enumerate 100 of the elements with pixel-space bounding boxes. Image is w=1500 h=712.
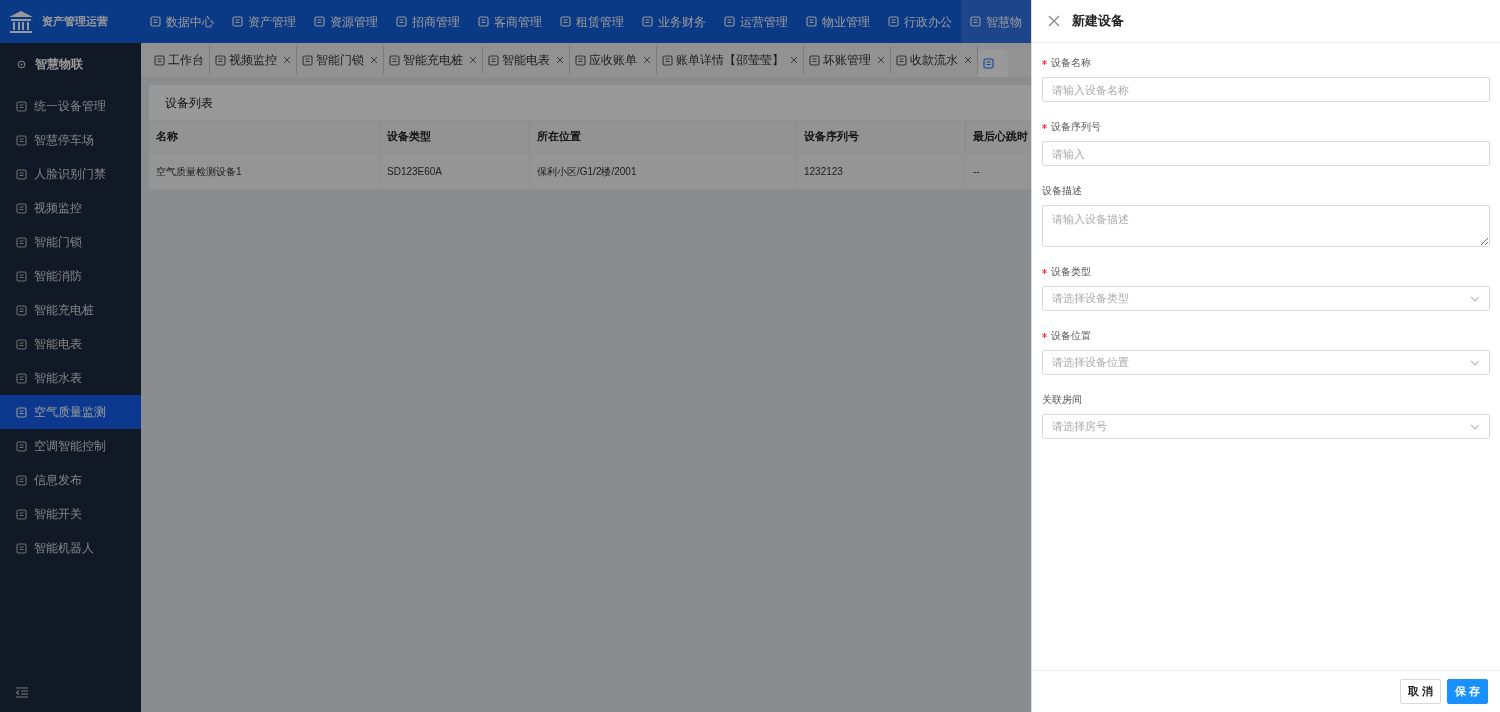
tab[interactable]: 账单详情【邵莹莹】 bbox=[657, 46, 804, 74]
sidebar-item[interactable]: 智能消防 bbox=[0, 259, 141, 293]
field-label: 设备位置 bbox=[1051, 328, 1091, 343]
module-icon bbox=[642, 16, 653, 27]
module-icon bbox=[809, 54, 820, 66]
tab[interactable]: 智能充电桩 bbox=[384, 46, 483, 74]
nav-item[interactable]: 租赁管理 bbox=[551, 0, 633, 43]
tab[interactable]: 应收账单 bbox=[570, 46, 657, 74]
module-icon bbox=[806, 16, 817, 27]
module-icon bbox=[16, 440, 27, 452]
tab[interactable]: 智能电表 bbox=[483, 46, 570, 74]
input-field[interactable]: 请输入 bbox=[1042, 141, 1490, 166]
sidebar-item[interactable]: 智能门锁 bbox=[0, 225, 141, 259]
nav-item[interactable]: 运营管理 bbox=[715, 0, 797, 43]
close-icon[interactable] bbox=[643, 56, 651, 64]
sidebar-item[interactable]: 视频监控 bbox=[0, 191, 141, 225]
nav-item[interactable]: 物业管理 bbox=[797, 0, 879, 43]
module-icon bbox=[302, 54, 313, 66]
module-icon bbox=[662, 54, 673, 66]
table-cell: 1232123 bbox=[797, 153, 966, 189]
sidebar-item[interactable]: 智能开关 bbox=[0, 497, 141, 531]
module-icon bbox=[150, 16, 161, 27]
collapse-menu-icon[interactable] bbox=[16, 686, 28, 698]
table-cell: 空气质量检测设备1 bbox=[149, 153, 380, 189]
nav-item[interactable]: 业务财务 bbox=[633, 0, 715, 43]
nav-item[interactable]: 行政办公 bbox=[879, 0, 961, 43]
close-icon[interactable] bbox=[469, 56, 477, 64]
module-icon bbox=[314, 16, 325, 27]
cancel-button[interactable]: 取 消 bbox=[1399, 679, 1441, 704]
sidebar-item[interactable]: 人脸识别门禁 bbox=[0, 157, 141, 191]
module-icon bbox=[215, 54, 226, 66]
sidebar-item[interactable]: 智能机器人 bbox=[0, 531, 141, 565]
nav-item[interactable]: 客商管理 bbox=[469, 0, 551, 43]
chevron-down-icon bbox=[1470, 423, 1480, 430]
textarea-field[interactable]: 请输入设备描述 bbox=[1042, 205, 1490, 247]
field-label: 设备名称 bbox=[1051, 55, 1091, 70]
close-icon[interactable] bbox=[877, 56, 885, 64]
column-header: 名称 bbox=[149, 121, 380, 152]
module-icon bbox=[16, 100, 27, 112]
sidebar-item[interactable]: 智能充电桩 bbox=[0, 293, 141, 327]
nav-item[interactable]: 招商管理 bbox=[387, 0, 469, 43]
module-icon bbox=[983, 57, 994, 69]
tab[interactable]: 工作台 bbox=[149, 46, 210, 74]
chevron-down-icon bbox=[1470, 359, 1480, 366]
module-icon bbox=[16, 542, 27, 554]
module-icon bbox=[575, 54, 586, 66]
module-icon bbox=[396, 16, 407, 27]
input-field[interactable]: 请输入设备名称 bbox=[1042, 77, 1490, 102]
save-button[interactable]: 保 存 bbox=[1446, 679, 1488, 704]
module-icon bbox=[16, 270, 27, 282]
module-icon bbox=[16, 406, 27, 418]
table-cell: SD123E60A bbox=[380, 153, 530, 189]
field-label: 设备序列号 bbox=[1051, 119, 1101, 134]
sidebar-item[interactable]: 信息发布 bbox=[0, 463, 141, 497]
sidebar-title: 智慧物联 bbox=[35, 56, 83, 73]
column-header: 所在位置 bbox=[530, 121, 797, 152]
chevron-down-icon bbox=[1470, 295, 1480, 302]
module-icon bbox=[488, 54, 499, 66]
field-label: 关联房间 bbox=[1042, 392, 1082, 407]
nav-item[interactable]: 数据中心 bbox=[141, 0, 223, 43]
module-icon bbox=[16, 304, 27, 316]
tab[interactable]: 坏账管理 bbox=[804, 46, 891, 74]
tab[interactable]: 智能门锁 bbox=[297, 46, 384, 74]
close-icon[interactable] bbox=[964, 56, 972, 64]
app-title: 资产管理运营 bbox=[42, 14, 108, 30]
tab[interactable] bbox=[978, 49, 1008, 77]
field-label: 设备描述 bbox=[1042, 183, 1082, 198]
module-icon bbox=[16, 236, 27, 248]
module-icon bbox=[970, 16, 981, 27]
close-icon[interactable] bbox=[790, 56, 798, 64]
column-header: 设备类型 bbox=[380, 121, 530, 152]
tab[interactable]: 视频监控 bbox=[210, 46, 297, 74]
module-icon bbox=[896, 54, 907, 66]
close-icon[interactable] bbox=[283, 56, 291, 64]
module-icon bbox=[232, 16, 243, 27]
nav-item[interactable]: 智慧物 bbox=[961, 0, 1031, 43]
module-icon bbox=[724, 16, 735, 27]
module-icon bbox=[16, 168, 27, 180]
sidebar-item[interactable]: 空气质量监测 bbox=[0, 395, 141, 429]
nav-item[interactable]: 资产管理 bbox=[223, 0, 305, 43]
close-icon[interactable] bbox=[370, 56, 378, 64]
module-icon bbox=[478, 16, 489, 27]
module-icon bbox=[16, 508, 27, 520]
module-icon bbox=[389, 54, 400, 66]
sidebar-item[interactable]: 智能电表 bbox=[0, 327, 141, 361]
column-header: 设备序列号 bbox=[797, 121, 966, 152]
table-title: 设备列表 bbox=[165, 94, 213, 112]
table-cell: 保利小区/G1/2楼/2001 bbox=[530, 153, 797, 189]
sidebar-item[interactable]: 智慧停车场 bbox=[0, 123, 141, 157]
gear-icon bbox=[16, 58, 27, 70]
close-icon[interactable] bbox=[556, 56, 564, 64]
module-icon bbox=[16, 338, 27, 350]
sidebar-item[interactable]: 智能水表 bbox=[0, 361, 141, 395]
field-label: 设备类型 bbox=[1051, 264, 1091, 279]
close-icon[interactable] bbox=[1048, 15, 1060, 27]
sidebar-item[interactable]: 统一设备管理 bbox=[0, 89, 141, 123]
nav-item[interactable]: 资源管理 bbox=[305, 0, 387, 43]
modal-overlay[interactable] bbox=[0, 0, 1031, 712]
sidebar-item[interactable]: 空调智能控制 bbox=[0, 429, 141, 463]
module-icon bbox=[16, 202, 27, 214]
